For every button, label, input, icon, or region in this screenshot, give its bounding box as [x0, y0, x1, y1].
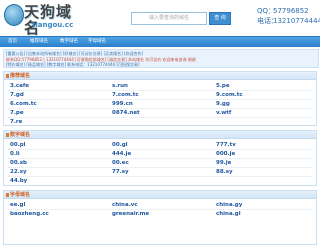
domain-link[interactable]: 00.pl: [10, 141, 26, 149]
domain-link[interactable]: 777.tv: [216, 141, 236, 149]
notice-line: [特价域名] [极品域名] [数字域名] 联系电话：13210774444 [可…: [6, 62, 140, 67]
logo-text: 天狗域名: [24, 3, 73, 37]
logo-sub: tiangou.cc: [32, 21, 74, 29]
domain-link[interactable]: 3.cafe: [10, 82, 29, 90]
row-divider: [8, 108, 312, 109]
panel-title: 字母域名: [10, 192, 31, 198]
nav-item-letter[interactable]: 字母域名: [88, 37, 106, 47]
domain-link[interactable]: 44.by: [10, 177, 27, 185]
logo-mark-icon: [4, 4, 24, 26]
domain-link[interactable]: 00.sb: [10, 159, 27, 167]
panel-title: 推荐域名: [10, 73, 31, 79]
contact-info: QQ： 57796852 电话： 13210774444: [257, 6, 320, 26]
panel-letter: 字母域名 ee.gl china.vc china.gy baozheng.cc…: [3, 190, 317, 245]
domain-link[interactable]: 7.re: [10, 118, 22, 126]
bullet-icon: [6, 133, 9, 137]
domain-link[interactable]: 9.gg: [216, 100, 230, 108]
domain-link[interactable]: ee.gl: [10, 201, 25, 209]
domain-link[interactable]: greenair.me: [112, 210, 149, 218]
domain-link[interactable]: 7.pe: [10, 109, 24, 117]
domain-link[interactable]: china.gy: [216, 201, 242, 209]
phone-value: 13210774444: [273, 17, 320, 25]
domain-link[interactable]: 9.com.tc: [216, 91, 243, 99]
domain-link[interactable]: 999.cn: [112, 100, 133, 108]
main-nav: 首页 推荐域名 数字域名 字母域名: [0, 36, 320, 47]
domain-link[interactable]: 6.com.tc: [10, 100, 37, 108]
row-divider: [8, 149, 312, 150]
domain-link[interactable]: 77.sy: [112, 168, 129, 176]
nav-item-recommended[interactable]: 推荐域名: [30, 37, 48, 47]
row-divider: [8, 158, 312, 159]
search-button[interactable]: 查 询: [209, 12, 231, 25]
row-divider: [8, 99, 312, 100]
panel-recommended: 推荐域名 3.cafe s.run 5.pe 7.gd 7.com.tc 9.c…: [3, 71, 317, 126]
search-input[interactable]: 输入要查询的域名: [131, 12, 207, 25]
panel-header: 字母域名: [4, 191, 316, 199]
row-divider: [8, 117, 312, 118]
qq-value: 57796852: [273, 7, 309, 15]
row-divider: [8, 209, 312, 210]
domain-link[interactable]: 00.ec: [112, 159, 129, 167]
site-header: 天狗域名 tiangou.cc 输入要查询的域名 查 询 QQ： 5779685…: [0, 0, 320, 36]
nav-item-numeric[interactable]: 数字域名: [60, 37, 78, 47]
panel-numeric: 数字域名 00.pl 00.gl 777.tv 0.li 444.je 000.…: [3, 130, 317, 186]
row-divider: [8, 167, 312, 168]
panel-header: 推荐域名: [4, 72, 316, 80]
bullet-icon: [6, 74, 9, 78]
domain-link[interactable]: 7.com.tc: [112, 91, 139, 99]
domain-link[interactable]: v.wtf: [216, 109, 231, 117]
row-divider: [8, 90, 312, 91]
panel-title: 数字域名: [10, 132, 31, 138]
domain-link[interactable]: 444.je: [112, 150, 131, 158]
domain-link[interactable]: 00.gl: [112, 141, 128, 149]
domain-link[interactable]: china.vc: [112, 201, 138, 209]
nav-item-home[interactable]: 首页: [8, 37, 17, 47]
domain-link[interactable]: s.run: [112, 82, 128, 90]
domain-link[interactable]: baozheng.cc: [10, 210, 49, 218]
row-divider: [8, 176, 312, 177]
domain-link[interactable]: 0874.net: [112, 109, 140, 117]
domain-link[interactable]: china.gl: [216, 210, 241, 218]
domain-link[interactable]: 22.sy: [10, 168, 27, 176]
bullet-icon: [6, 193, 9, 197]
site-logo[interactable]: 天狗域名 tiangou.cc: [4, 4, 84, 36]
domain-link[interactable]: 99.je: [216, 159, 231, 167]
domain-link[interactable]: 5.pe: [216, 82, 230, 90]
notice-board: [重要公告] [出售本站所有域名] [好域名] [可议价交易] [买卖域名] […: [3, 49, 319, 68]
domain-link[interactable]: 7.gd: [10, 91, 24, 99]
domain-link[interactable]: 88.sy: [216, 168, 233, 176]
domain-link[interactable]: 000.je: [216, 150, 235, 158]
domain-link[interactable]: 0.li: [10, 150, 20, 158]
panel-header: 数字域名: [4, 131, 316, 139]
